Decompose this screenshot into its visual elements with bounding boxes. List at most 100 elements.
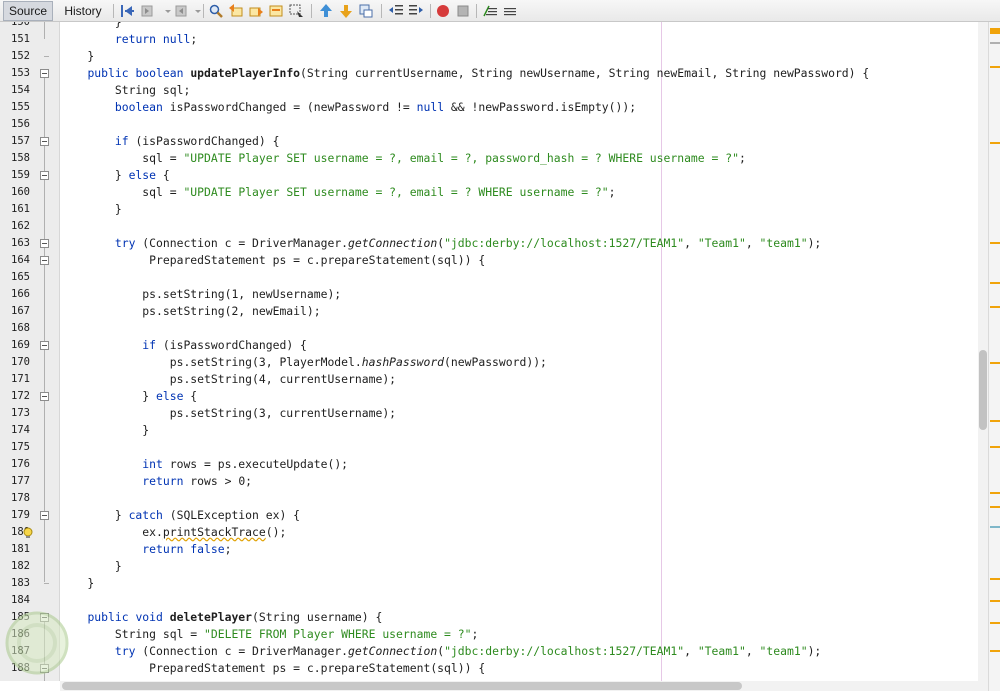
code-line: public boolean updatePlayerInfo(String c… <box>87 66 870 80</box>
code-line: } <box>60 559 122 573</box>
code-line: } <box>60 576 95 590</box>
stop-macro-icon[interactable] <box>455 3 471 19</box>
shift-left-icon[interactable] <box>388 3 404 19</box>
code-line: ps.setString(3, PlayerModel.hashPassword… <box>60 355 547 369</box>
line-number: 174 <box>11 424 30 436</box>
code-line: sql = "UPDATE Player SET username = ?, e… <box>60 185 616 199</box>
next-bookmark-icon[interactable] <box>338 3 354 19</box>
toggle-highlight-icon[interactable] <box>268 3 284 19</box>
warning-marker[interactable] <box>990 578 1000 580</box>
line-number: 156 <box>11 118 30 130</box>
code-line: ps.setString(1, newUsername); <box>60 287 342 301</box>
record-macro-icon[interactable] <box>435 3 451 19</box>
code-editor[interactable]: } return null; } public boolean updatePl… <box>60 22 978 681</box>
hint-bulb-icon[interactable] <box>22 526 34 538</box>
line-number: 154 <box>11 84 30 96</box>
hint-marker[interactable] <box>990 526 1000 528</box>
line-number: 159 <box>11 169 30 181</box>
shift-right-icon[interactable] <box>408 3 424 19</box>
code-line: } else { <box>60 389 198 403</box>
code-line: try (Connection c = DriverManager.getCon… <box>114 236 822 250</box>
toggle-rect-select-icon[interactable] <box>288 3 304 19</box>
horizontal-scroll-thumb[interactable] <box>62 682 742 690</box>
toolbar-separator <box>113 4 114 18</box>
warning-marker[interactable] <box>990 650 1000 652</box>
line-number: 164 <box>11 254 30 266</box>
code-line: ps.setString(4, currentUsername); <box>60 372 397 386</box>
line-number: 168 <box>11 322 30 334</box>
find-selection-icon[interactable] <box>208 3 224 19</box>
code-line: return null; <box>114 32 198 46</box>
warning-marker[interactable] <box>990 28 1000 34</box>
find-previous-icon[interactable] <box>228 3 244 19</box>
code-line: String sql = "DELETE FROM Player WHERE u… <box>60 627 479 641</box>
horizontal-scrollbar[interactable] <box>60 681 988 691</box>
fold-toggle-icon[interactable] <box>40 171 49 180</box>
code-line: } catch (SQLException ex) { <box>60 508 301 522</box>
line-number: 165 <box>11 271 30 283</box>
uncomment-icon[interactable] <box>502 3 518 19</box>
code-line: String sql; <box>60 83 191 97</box>
code-line: ex.printStackTrace(); <box>60 525 287 539</box>
warning-marker[interactable] <box>990 282 1000 284</box>
line-number: 166 <box>11 288 30 300</box>
warning-marker[interactable] <box>990 242 1000 244</box>
warning-marker[interactable] <box>990 306 1000 308</box>
fold-guide <box>44 22 45 39</box>
vertical-scroll-thumb[interactable] <box>979 350 987 430</box>
line-number: 157 <box>11 135 30 147</box>
fold-toggle-icon[interactable] <box>40 239 49 248</box>
code-line: PreparedStatement ps = c.prepareStatemen… <box>60 253 486 267</box>
fold-toggle-icon[interactable] <box>40 341 49 350</box>
warning-marker[interactable] <box>990 622 1000 624</box>
warning-marker[interactable] <box>990 420 1000 422</box>
fold-toggle-icon[interactable] <box>40 69 49 78</box>
back-icon[interactable] <box>140 3 156 19</box>
line-number: 152 <box>11 50 30 62</box>
last-edit-icon[interactable] <box>120 3 136 19</box>
occurrence-marker[interactable] <box>990 42 1000 44</box>
fold-toggle-icon[interactable] <box>40 392 49 401</box>
toolbar-separator <box>430 4 431 18</box>
warning-marker[interactable] <box>990 446 1000 448</box>
fold-toggle-icon[interactable] <box>40 137 49 146</box>
comment-icon[interactable] <box>482 3 498 19</box>
line-number: 162 <box>11 220 30 232</box>
warning-marker[interactable] <box>990 506 1000 508</box>
code-line: ps.setString(2, newEmail); <box>60 304 321 318</box>
line-number-gutter[interactable]: 150 151 152 153 154 155 156 157 158 159 … <box>0 22 60 681</box>
forward-icon[interactable] <box>172 3 188 19</box>
line-number: 153 <box>11 67 30 79</box>
fold-toggle-icon[interactable] <box>40 511 49 520</box>
annotation-stripe[interactable] <box>988 22 1000 691</box>
tab-history[interactable]: History <box>58 1 108 21</box>
warning-marker[interactable] <box>990 492 1000 494</box>
line-number: 158 <box>11 152 30 164</box>
toolbar-separator <box>476 4 477 18</box>
prev-bookmark-icon[interactable] <box>318 3 334 19</box>
warning-marker[interactable] <box>990 362 1000 364</box>
line-number: 170 <box>11 356 30 368</box>
find-next-icon[interactable] <box>248 3 264 19</box>
toolbar-separator <box>381 4 382 18</box>
code-line: boolean isPasswordChanged = (newPassword… <box>114 100 637 114</box>
line-number: 181 <box>11 543 30 555</box>
code-line: try (Connection c = DriverManager.getCon… <box>114 644 822 658</box>
code-line: } <box>60 22 122 29</box>
line-number: 171 <box>11 373 30 385</box>
warning-marker[interactable] <box>990 142 1000 144</box>
warning-marker[interactable] <box>990 600 1000 602</box>
tab-source[interactable]: Source <box>3 1 53 21</box>
line-number: 179 <box>11 509 30 521</box>
toggle-bookmark-icon[interactable] <box>358 3 374 19</box>
line-number: 177 <box>11 475 30 487</box>
code-line: return false; <box>142 542 232 556</box>
fold-toggle-icon[interactable] <box>40 256 49 265</box>
vertical-scrollbar[interactable] <box>978 22 988 681</box>
line-number: 169 <box>11 339 30 351</box>
warning-marker[interactable] <box>990 66 1000 68</box>
forward-dropdown-icon[interactable] <box>190 3 201 19</box>
line-number: 155 <box>11 101 30 113</box>
code-line: if (isPasswordChanged) { <box>114 134 280 148</box>
back-dropdown-icon[interactable] <box>160 3 171 19</box>
